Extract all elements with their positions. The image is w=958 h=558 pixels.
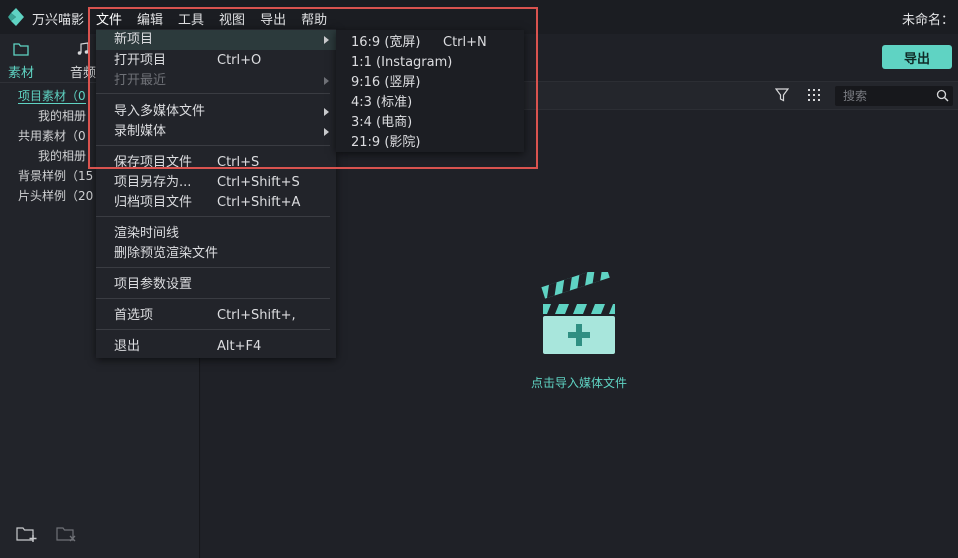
menu-separator bbox=[96, 93, 330, 94]
app-name: 万兴喵影 bbox=[32, 13, 85, 28]
menu-export[interactable]: 导出 bbox=[260, 9, 286, 28]
menu-item-shortcut: Ctrl+Shift+, bbox=[217, 308, 296, 323]
menu-item-label: 首选项 bbox=[114, 308, 154, 323]
submenu-item-16-9[interactable]: 16:9 (宽屏) Ctrl+N bbox=[336, 33, 524, 53]
tree-item-label: 片头样例（20 bbox=[18, 189, 94, 203]
menu-bar: 文件 编辑 工具 视图 导出 帮助 bbox=[96, 9, 342, 28]
new-project-submenu: 16:9 (宽屏) Ctrl+N 1:1 (Instagram) 9:16 (竖… bbox=[336, 30, 524, 152]
folder-icon bbox=[13, 43, 29, 56]
menu-item-label: 删除预览渲染文件 bbox=[114, 246, 219, 261]
tree-item-my-album[interactable]: 我的相册 bbox=[18, 106, 93, 126]
menu-item-save-as[interactable]: 项目另存为... Ctrl+Shift+S bbox=[96, 173, 336, 193]
tree-item-shared-media[interactable]: 共用素材（0 bbox=[18, 126, 93, 146]
menu-tools[interactable]: 工具 bbox=[178, 9, 204, 28]
document-title: 未命名： bbox=[901, 13, 954, 28]
submenu-arrow-icon bbox=[324, 108, 329, 116]
tree-item-background-samples[interactable]: 背景样例（15 bbox=[18, 166, 93, 186]
menu-separator bbox=[96, 329, 330, 330]
menu-item-shortcut: Ctrl+Shift+A bbox=[217, 195, 301, 210]
menu-separator bbox=[96, 145, 330, 146]
menu-separator bbox=[96, 298, 330, 299]
import-media-text[interactable]: 点击导入媒体文件 bbox=[479, 374, 679, 391]
submenu-item-label: 3:4 (电商) bbox=[351, 115, 413, 130]
folder-actions bbox=[16, 525, 96, 546]
submenu-item-label: 21:9 (影院) bbox=[351, 135, 421, 150]
menu-item-record-media[interactable]: 录制媒体 bbox=[96, 122, 336, 142]
search-icon[interactable] bbox=[936, 89, 949, 102]
submenu-item-3-4[interactable]: 3:4 (电商) bbox=[336, 113, 524, 133]
menu-item-shortcut: Ctrl+S bbox=[217, 155, 260, 170]
menu-view[interactable]: 视图 bbox=[219, 9, 245, 28]
menu-item-preferences[interactable]: 首选项 Ctrl+Shift+, bbox=[96, 306, 336, 326]
menu-item-open-recent: 打开最近 bbox=[96, 71, 336, 91]
menu-file[interactable]: 文件 bbox=[96, 9, 122, 28]
submenu-arrow-icon bbox=[324, 36, 329, 44]
menu-item-label: 保存项目文件 bbox=[114, 155, 193, 170]
menu-item-import-media[interactable]: 导入多媒体文件 bbox=[96, 102, 336, 122]
tab-audio-label: 音频 bbox=[70, 66, 97, 81]
menu-item-label: 项目另存为... bbox=[114, 175, 192, 190]
clapperboard-import-icon[interactable] bbox=[539, 272, 619, 356]
search-input[interactable] bbox=[843, 88, 933, 104]
menu-item-shortcut: Ctrl+O bbox=[217, 53, 262, 68]
search-box bbox=[835, 86, 953, 106]
menu-item-exit[interactable]: 退出 Alt+F4 bbox=[96, 337, 336, 357]
menu-item-label: 退出 bbox=[114, 339, 141, 354]
menu-item-label: 新项目 bbox=[114, 32, 154, 47]
tab-media[interactable]: 素材 bbox=[8, 42, 34, 81]
submenu-item-21-9[interactable]: 21:9 (影院) bbox=[336, 133, 524, 153]
tree-item-label: 我的相册 bbox=[38, 109, 87, 123]
menu-item-save-project[interactable]: 保存项目文件 Ctrl+S bbox=[96, 153, 336, 173]
menu-item-label: 打开最近 bbox=[114, 73, 167, 88]
tree-item-intro-samples[interactable]: 片头样例（20 bbox=[18, 186, 93, 206]
submenu-item-label: 4:3 (标准) bbox=[351, 95, 413, 110]
submenu-item-shortcut: Ctrl+N bbox=[443, 35, 487, 50]
menu-item-shortcut: Ctrl+Shift+S bbox=[217, 175, 300, 190]
menu-help[interactable]: 帮助 bbox=[301, 9, 327, 28]
tab-media-label: 素材 bbox=[8, 66, 35, 81]
submenu-item-label: 9:16 (竖屏) bbox=[351, 75, 421, 90]
menu-item-project-settings[interactable]: 项目参数设置 bbox=[96, 275, 336, 295]
tree-item-label: 背景样例（15 bbox=[18, 169, 94, 183]
submenu-arrow-icon bbox=[324, 128, 329, 136]
menu-separator bbox=[96, 267, 330, 268]
menu-item-delete-preview-render[interactable]: 删除预览渲染文件 bbox=[96, 244, 336, 264]
menu-item-open-project[interactable]: 打开项目 Ctrl+O bbox=[96, 51, 336, 71]
export-button[interactable]: 导出 bbox=[882, 45, 952, 69]
menu-item-label: 归档项目文件 bbox=[114, 195, 193, 210]
filter-icon[interactable] bbox=[775, 88, 789, 102]
menu-item-shortcut: Alt+F4 bbox=[217, 339, 262, 354]
menu-item-render-timeline[interactable]: 渲染时间线 bbox=[96, 224, 336, 244]
tab-audio[interactable]: 音频 bbox=[70, 42, 96, 81]
submenu-item-9-16[interactable]: 9:16 (竖屏) bbox=[336, 73, 524, 93]
app-logo-icon bbox=[8, 8, 24, 26]
menu-separator bbox=[96, 216, 330, 217]
menu-item-new-project[interactable]: 新项目 bbox=[96, 30, 336, 50]
tree-item-label: 共用素材（0 bbox=[18, 129, 86, 143]
remove-folder-icon[interactable] bbox=[56, 525, 78, 546]
music-note-icon bbox=[77, 42, 89, 55]
menu-item-label: 项目参数设置 bbox=[114, 277, 193, 292]
add-folder-icon[interactable] bbox=[16, 525, 38, 546]
submenu-item-label: 1:1 (Instagram) bbox=[351, 55, 453, 70]
grid-view-icon[interactable] bbox=[807, 88, 821, 102]
tree-item-label: 我的相册 bbox=[38, 149, 87, 163]
menu-item-label: 导入多媒体文件 bbox=[114, 104, 206, 119]
file-menu-dropdown: 新项目 打开项目 Ctrl+O 打开最近 导入多媒体文件 录制媒体 保存项目文件… bbox=[96, 29, 336, 358]
menu-item-label: 渲染时间线 bbox=[114, 226, 180, 241]
submenu-item-label: 16:9 (宽屏) bbox=[351, 35, 421, 50]
folder-tree: 项目素材（0 我的相册 共用素材（0 我的相册 背景样例（15 片头样例（20 bbox=[18, 86, 93, 206]
tree-item-project-media[interactable]: 项目素材（0 bbox=[18, 86, 93, 106]
submenu-item-1-1[interactable]: 1:1 (Instagram) bbox=[336, 53, 524, 73]
menu-item-archive-project[interactable]: 归档项目文件 Ctrl+Shift+A bbox=[96, 193, 336, 213]
tree-item-label: 项目素材（0 bbox=[18, 89, 86, 104]
menu-item-label: 录制媒体 bbox=[114, 124, 167, 139]
menu-edit[interactable]: 编辑 bbox=[137, 9, 163, 28]
submenu-item-4-3[interactable]: 4:3 (标准) bbox=[336, 93, 524, 113]
menu-item-label: 打开项目 bbox=[114, 53, 167, 68]
submenu-arrow-icon bbox=[324, 77, 329, 85]
tree-item-my-album-2[interactable]: 我的相册 bbox=[18, 146, 93, 166]
